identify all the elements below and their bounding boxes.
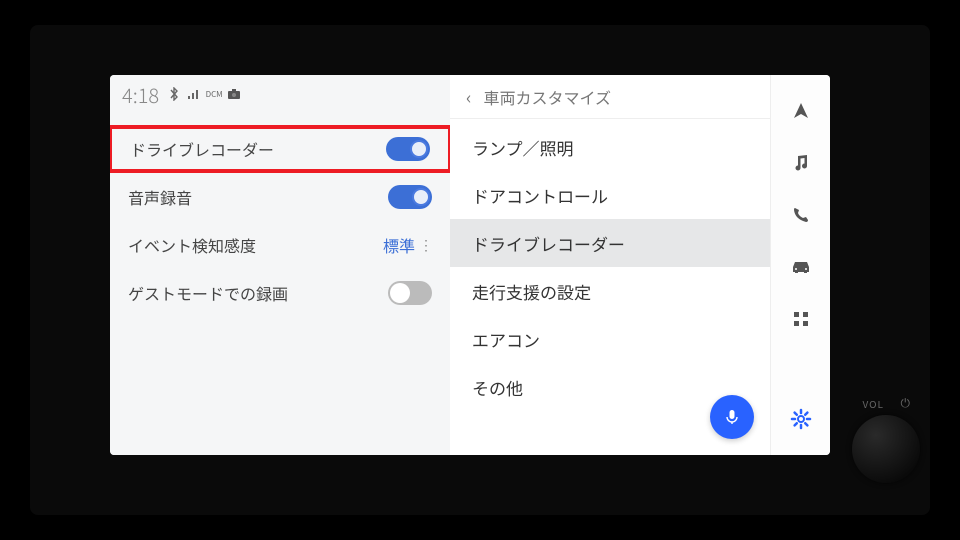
- value-text: 標準: [383, 233, 415, 257]
- more-dots-icon: ⋮: [419, 235, 432, 255]
- settings-list: ドライブレコーダー 音声録音 イベント検知感度 標準 ⋮ ゲストモードでの録画: [110, 113, 450, 455]
- settings-label: ゲストモードでの録画: [128, 281, 288, 305]
- toggle-drive-recorder[interactable]: [386, 137, 430, 161]
- menu-item-aircon[interactable]: エアコン: [450, 315, 770, 363]
- settings-row-drive-recorder[interactable]: ドライブレコーダー: [110, 125, 452, 173]
- menu-item-drive-support[interactable]: 走行支援の設定: [450, 267, 770, 315]
- apps-icon: [792, 310, 810, 328]
- settings-label: 音声録音: [128, 185, 192, 209]
- power-icon: ⏻: [901, 394, 911, 411]
- menu-panel: ‹ 車両カスタマイズ ランプ／照明 ドアコントロール ドライブレコーダー 走行支…: [450, 75, 770, 455]
- signal-icon: [187, 87, 201, 101]
- app-sidebar: [770, 75, 830, 455]
- gear-icon: [790, 408, 812, 430]
- screen: 4:18 DCM ドライブレコーダー: [110, 75, 830, 455]
- car-icon: [790, 259, 812, 275]
- settings-panel: 4:18 DCM ドライブレコーダー: [110, 75, 450, 455]
- settings-row-event-sensitivity[interactable]: イベント検知感度 標準 ⋮: [110, 221, 450, 269]
- settings-row-audio-record[interactable]: 音声録音: [110, 173, 450, 221]
- sidebar-apps[interactable]: [771, 293, 831, 345]
- dcm-icon: DCM: [207, 87, 221, 101]
- music-icon: [791, 153, 811, 173]
- settings-label: ドライブレコーダー: [130, 137, 274, 161]
- camera-icon: [227, 87, 241, 101]
- sidebar-settings[interactable]: [771, 393, 831, 445]
- sidebar-navigate[interactable]: [771, 85, 831, 137]
- volume-knob[interactable]: [852, 415, 920, 483]
- sidebar-car[interactable]: [771, 241, 831, 293]
- vol-label: VOL: [863, 396, 884, 411]
- device-frame: 4:18 DCM ドライブレコーダー: [30, 25, 930, 515]
- sidebar-phone[interactable]: [771, 189, 831, 241]
- menu-item-lamp[interactable]: ランプ／照明: [450, 123, 770, 171]
- toggle-guest-mode[interactable]: [388, 281, 432, 305]
- chevron-left-icon[interactable]: ‹: [466, 84, 471, 110]
- navigate-icon: [791, 101, 811, 121]
- panel-title: 車両カスタマイズ: [483, 85, 611, 109]
- status-time: 4:18: [122, 80, 159, 109]
- toggle-audio-record[interactable]: [388, 185, 432, 209]
- menu-item-drive-recorder[interactable]: ドライブレコーダー: [450, 219, 770, 267]
- status-icons: DCM: [167, 87, 241, 101]
- mic-button[interactable]: [710, 395, 754, 439]
- status-bar: 4:18 DCM: [110, 75, 450, 113]
- panel-header[interactable]: ‹ 車両カスタマイズ: [450, 75, 770, 119]
- settings-row-guest-mode[interactable]: ゲストモードでの録画: [110, 269, 450, 317]
- sidebar-music[interactable]: [771, 137, 831, 189]
- settings-label: イベント検知感度: [128, 233, 256, 257]
- phone-icon: [791, 205, 811, 225]
- mic-icon: [723, 408, 741, 426]
- menu-item-door-control[interactable]: ドアコントロール: [450, 171, 770, 219]
- bluetooth-icon: [167, 87, 181, 101]
- settings-value[interactable]: 標準 ⋮: [383, 233, 432, 257]
